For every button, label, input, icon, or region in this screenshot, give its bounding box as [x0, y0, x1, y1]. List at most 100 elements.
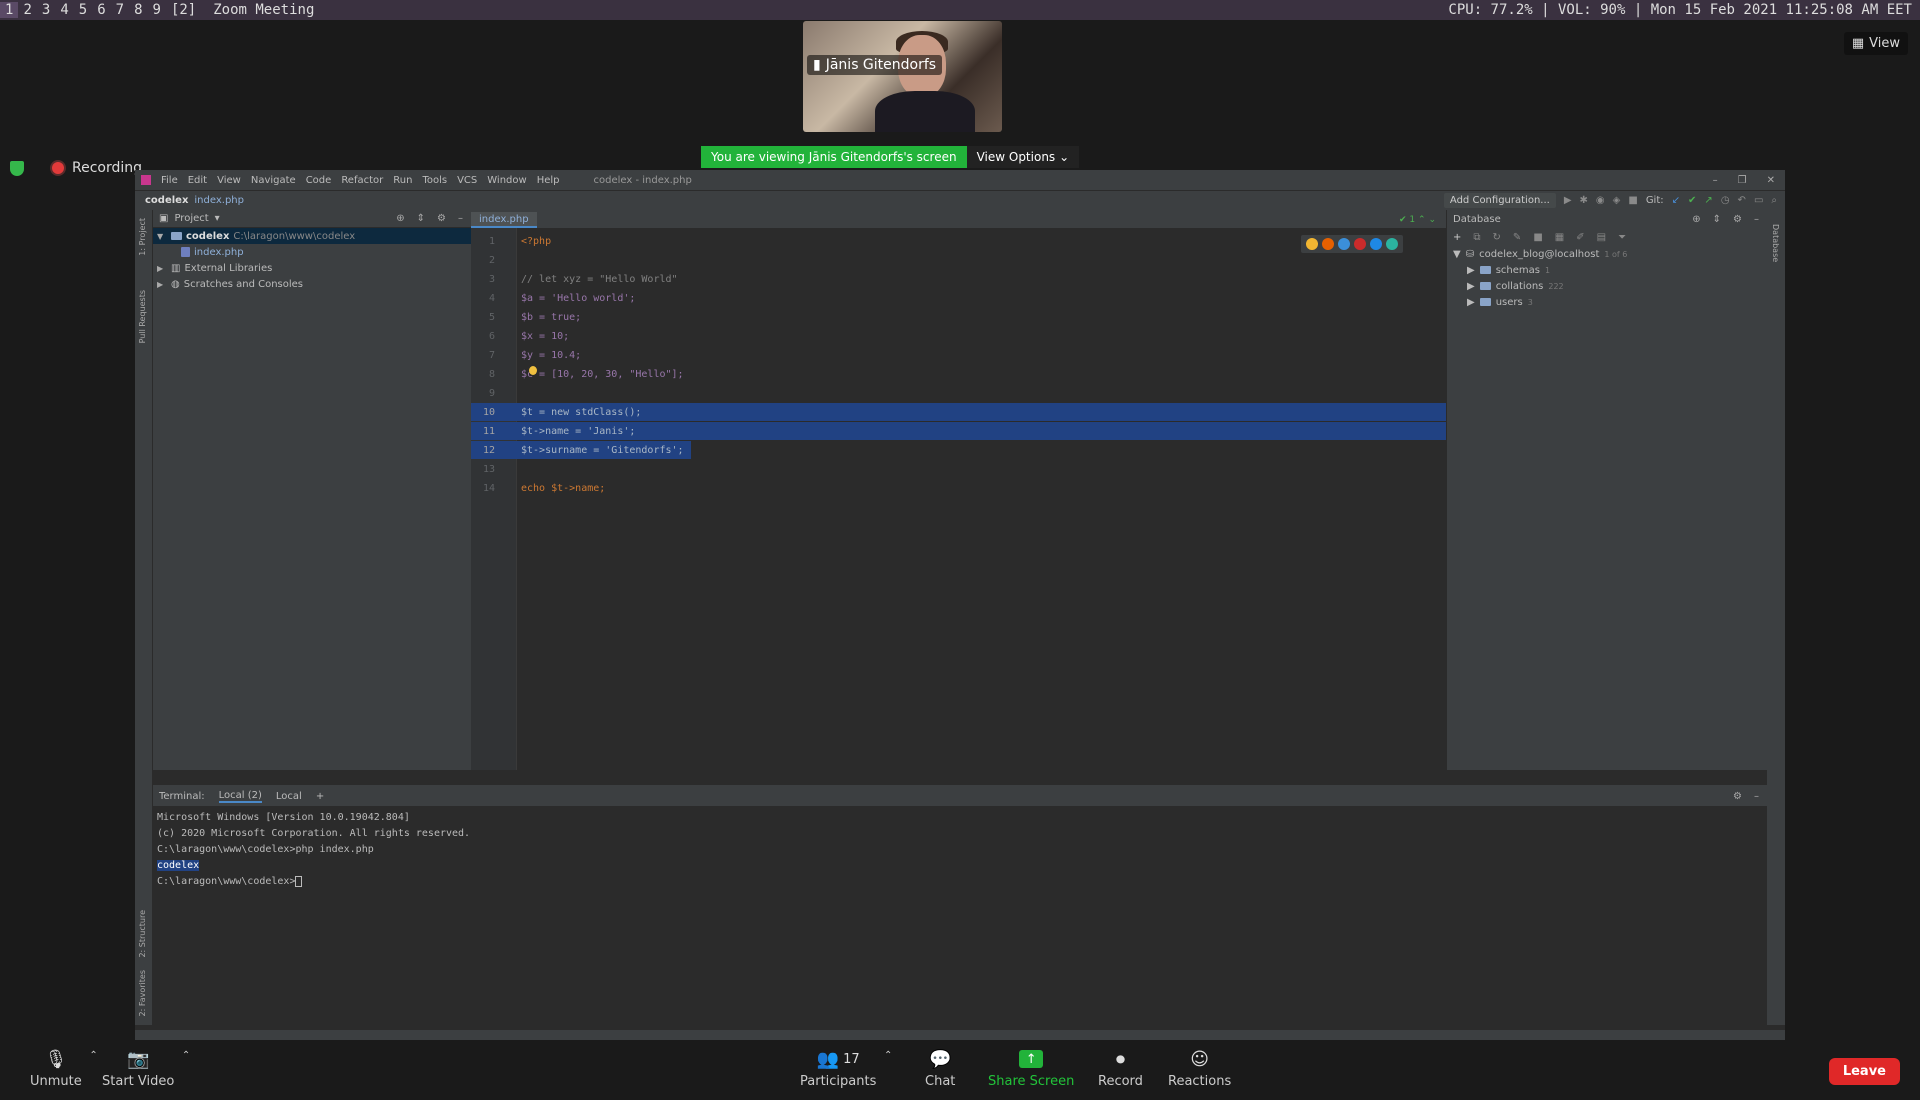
code-line[interactable]: 9: [471, 384, 1446, 402]
share-screen-button[interactable]: ↑ Share Screen: [988, 1048, 1074, 1089]
terminal-tab-local-2[interactable]: Local (2): [218, 790, 262, 803]
code-line-selected[interactable]: 10 $t = new stdClass();: [471, 403, 1446, 421]
expand-right-icon[interactable]: ▶: [1467, 265, 1475, 276]
history-icon[interactable]: ◷: [1721, 195, 1730, 206]
ie-icon[interactable]: [1370, 238, 1382, 250]
hide-icon[interactable]: –: [1754, 791, 1759, 802]
workspace-7[interactable]: 7: [111, 2, 129, 18]
search-icon[interactable]: ⌕: [1771, 195, 1777, 206]
tool-tab-project[interactable]: 1: Project: [138, 218, 147, 256]
hide-icon[interactable]: –: [1754, 214, 1759, 225]
db-connection[interactable]: ▼ ⛁ codelex_blog@localhost 1 of 6: [1447, 246, 1767, 262]
locate-icon[interactable]: ⊕: [1692, 214, 1700, 225]
leave-button[interactable]: Leave: [1828, 1058, 1900, 1085]
code-editor[interactable]: index.php 1 <?php 2 3 // let xyz = "Hello …: [471, 210, 1446, 770]
minimize-icon[interactable]: –: [1713, 175, 1718, 186]
coverage-icon[interactable]: ◉: [1596, 195, 1605, 206]
chevron-up-icon[interactable]: ⌃: [182, 1050, 190, 1061]
locate-icon[interactable]: ⊕: [396, 213, 404, 224]
code-line[interactable]: 2: [471, 251, 1446, 269]
add-icon[interactable]: +: [1453, 232, 1461, 243]
participant-video-thumbnail[interactable]: ▮ Jānis Gitendorfs: [803, 21, 1002, 132]
terminal-tab-local[interactable]: Local: [276, 791, 302, 802]
firefox-icon[interactable]: [1322, 238, 1334, 250]
edge-icon[interactable]: [1386, 238, 1398, 250]
tree-external-libraries[interactable]: ▶ ▥ External Libraries: [153, 260, 471, 276]
table-icon[interactable]: ▦: [1555, 232, 1564, 243]
tree-file-index[interactable]: index.php: [153, 244, 471, 260]
workspace-5[interactable]: 5: [74, 2, 92, 18]
stop-icon[interactable]: ■: [1533, 232, 1542, 243]
code-line[interactable]: 1 <?php: [471, 232, 1446, 250]
tool-tab-favorites[interactable]: 2: Favorites: [138, 970, 147, 1016]
hide-icon[interactable]: –: [458, 213, 463, 224]
code-line[interactable]: 7 $y = 10.4;: [471, 346, 1446, 364]
terminal-output[interactable]: Microsoft Windows [Version 10.0.19042.80…: [153, 806, 1767, 894]
workspace-6[interactable]: 6: [92, 2, 110, 18]
menu-vcs[interactable]: VCS: [457, 175, 477, 186]
expand-right-icon[interactable]: ▶: [1467, 297, 1475, 308]
db-item[interactable]: ▶ users 3: [1447, 294, 1767, 310]
add-configuration-button[interactable]: Add Configuration...: [1443, 193, 1556, 208]
code-line[interactable]: 13: [471, 460, 1446, 478]
inspection-widget[interactable]: ✔ 1 ⌃ ⌄: [1399, 215, 1436, 225]
menu-refactor[interactable]: Refactor: [341, 175, 383, 186]
console-icon[interactable]: ▤: [1597, 232, 1606, 243]
pencil-icon[interactable]: ✐: [1576, 232, 1584, 243]
run-icon[interactable]: ▶: [1564, 195, 1572, 206]
edit-icon[interactable]: ✎: [1513, 232, 1521, 243]
chevron-down-icon[interactable]: ▾: [215, 213, 220, 224]
view-options-button[interactable]: View Options ⌄: [966, 146, 1080, 168]
record-button[interactable]: ⏺ Record: [1098, 1048, 1143, 1090]
git-push-icon[interactable]: ↗: [1704, 195, 1712, 206]
debug-icon[interactable]: ✱: [1580, 195, 1588, 206]
workspace-3[interactable]: 3: [37, 2, 55, 18]
restore-icon[interactable]: ❐: [1738, 175, 1747, 186]
shared-screen-ide[interactable]: File Edit View Navigate Code Refactor Ru…: [135, 170, 1785, 1045]
reactions-button[interactable]: ☺ Reactions: [1168, 1048, 1231, 1090]
profile-icon[interactable]: ◈: [1613, 195, 1621, 206]
tree-scratches[interactable]: ▶ ◍ Scratches and Consoles: [153, 276, 471, 292]
layout-icon[interactable]: ▭: [1754, 195, 1763, 206]
code-line-selected[interactable]: 11 $t->name = 'Janis';: [471, 422, 1446, 440]
menu-view[interactable]: View: [217, 175, 241, 186]
breadcrumb-file[interactable]: index.php: [194, 195, 244, 206]
terminal-prompt-line[interactable]: C:\laragon\www\codelex>: [157, 874, 1763, 890]
collapse-icon[interactable]: ⇕: [1713, 214, 1721, 225]
menu-tools[interactable]: Tools: [422, 175, 447, 186]
db-item[interactable]: ▶ schemas 1: [1447, 262, 1767, 278]
stop-icon[interactable]: ■: [1628, 195, 1637, 206]
tool-tab-structure[interactable]: 2: Structure: [138, 910, 147, 958]
menu-run[interactable]: Run: [393, 175, 412, 186]
tool-tab-pull-requests[interactable]: Pull Requests: [138, 290, 147, 343]
expand-down-icon[interactable]: ▼: [157, 232, 167, 241]
breadcrumb-project[interactable]: codelex: [145, 195, 188, 206]
lightbulb-icon[interactable]: [529, 366, 537, 375]
git-commit-icon[interactable]: ✔: [1688, 195, 1696, 206]
project-header-label[interactable]: Project: [174, 213, 208, 224]
chat-button[interactable]: 💬 Chat: [925, 1048, 955, 1090]
tree-root-codelex[interactable]: ▼ codelex C:\laragon\www\codelex: [153, 228, 471, 244]
workspace-4[interactable]: 4: [55, 2, 73, 18]
code-line[interactable]: 3 // let xyz = "Hello World": [471, 270, 1446, 288]
git-update-icon[interactable]: ↙: [1672, 195, 1680, 206]
filter-icon[interactable]: ⏷: [1618, 232, 1626, 243]
expand-right-icon[interactable]: ▶: [157, 280, 167, 289]
menu-help[interactable]: Help: [537, 175, 560, 186]
view-button[interactable]: ▦ View: [1843, 32, 1908, 55]
workspace-list[interactable]: 1 2 3 4 5 6 7 8 9 [2]: [0, 2, 201, 18]
menu-file[interactable]: File: [161, 175, 178, 186]
chevron-up-icon[interactable]: ⌃: [1418, 215, 1426, 225]
safari-icon[interactable]: [1338, 238, 1350, 250]
opera-icon[interactable]: [1354, 238, 1366, 250]
workspace-8[interactable]: 8: [129, 2, 147, 18]
refresh-icon[interactable]: ↻: [1493, 232, 1501, 243]
expand-right-icon[interactable]: ▶: [157, 264, 167, 273]
copy-icon[interactable]: ⧉: [1473, 232, 1480, 243]
chrome-icon[interactable]: [1306, 238, 1318, 250]
chevron-down-icon[interactable]: ⌄: [1428, 215, 1436, 225]
gear-icon[interactable]: ⚙: [1733, 791, 1742, 802]
gear-icon[interactable]: ⚙: [437, 213, 446, 224]
workspace-1[interactable]: 1: [0, 2, 19, 18]
workspace-9[interactable]: 9: [148, 2, 166, 18]
